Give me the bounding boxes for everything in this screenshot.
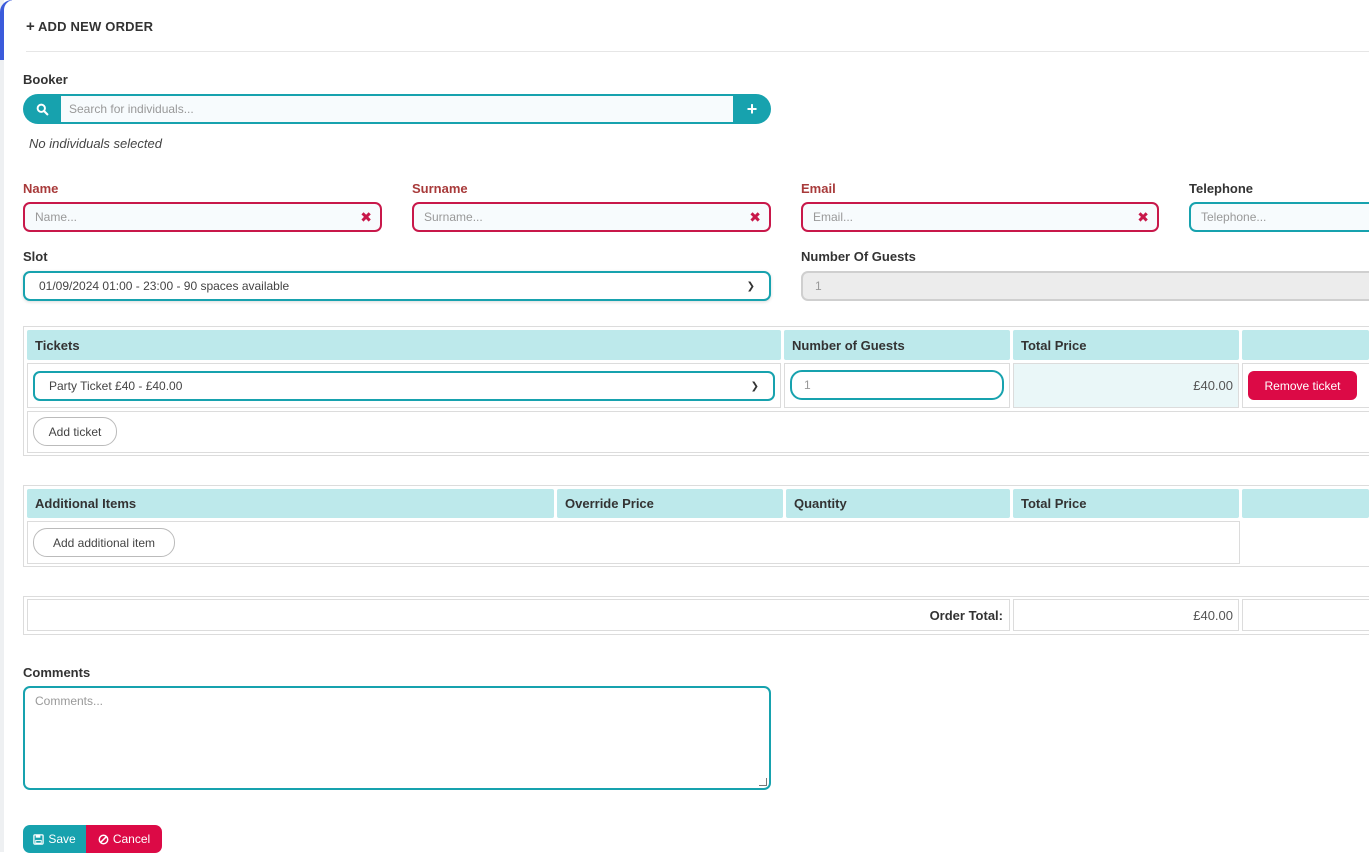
add-ticket-button[interactable]: Add ticket — [33, 417, 117, 446]
name-input[interactable] — [25, 204, 380, 230]
search-icon — [36, 103, 48, 115]
no-individuals-text: No individuals selected — [29, 136, 162, 151]
comments-field[interactable] — [23, 686, 771, 790]
override-price-header: Override Price — [557, 489, 783, 518]
header-divider — [26, 51, 1369, 52]
comments-label: Comments — [23, 665, 91, 680]
surname-input[interactable] — [414, 204, 769, 230]
surname-label: Surname — [412, 181, 468, 196]
email-input[interactable] — [803, 204, 1157, 230]
order-total-empty-cell — [1242, 599, 1369, 631]
save-label: Save — [48, 832, 76, 846]
resize-handle[interactable] — [759, 778, 767, 786]
ticket-guests-header: Number of Guests — [784, 330, 1010, 360]
remove-ticket-button[interactable]: Remove ticket — [1248, 371, 1357, 400]
item-actions-header — [1242, 489, 1369, 518]
booker-label: Booker — [23, 72, 68, 87]
slot-select[interactable]: 01/09/2024 01:00 - 23:00 - 90 spaces ava… — [23, 271, 771, 301]
telephone-input[interactable] — [1191, 204, 1369, 230]
plus-icon: + — [746, 98, 758, 119]
telephone-label: Telephone — [1189, 181, 1254, 196]
email-field[interactable]: ✖ — [801, 202, 1159, 232]
ticket-actions-header — [1242, 330, 1369, 360]
booker-search-bar: + — [23, 94, 771, 124]
comments-textarea[interactable] — [25, 688, 769, 788]
booker-add-button[interactable]: + — [733, 94, 771, 124]
plus-icon: + — [26, 18, 35, 35]
slot-select-value: 01/09/2024 01:00 - 23:00 - 90 spaces ava… — [39, 279, 290, 293]
page-title: + ADD NEW ORDER — [26, 18, 154, 35]
guests-field: 1 — [801, 271, 1369, 301]
ticket-type-select[interactable]: Party Ticket £40 - £40.00 ❯ — [33, 371, 775, 401]
save-icon — [33, 833, 45, 845]
telephone-field[interactable] — [1189, 202, 1369, 232]
ticket-guests-input[interactable]: 1 — [790, 370, 1004, 400]
add-additional-item-button[interactable]: Add additional item — [33, 528, 175, 557]
guests-value: 1 — [815, 279, 822, 293]
close-icon: ✖ — [360, 209, 372, 225]
ticket-total-header: Total Price — [1013, 330, 1239, 360]
chevron-down-icon: ❯ — [750, 380, 759, 392]
cancel-label: Cancel — [112, 832, 151, 846]
ticket-guests-value: 1 — [804, 378, 811, 392]
additional-items-header: Additional Items — [27, 489, 554, 518]
booker-search-input[interactable] — [61, 94, 733, 124]
order-total-value: £40.00 — [1193, 608, 1233, 623]
name-label: Name — [23, 181, 59, 196]
surname-field[interactable]: ✖ — [412, 202, 771, 232]
ticket-total-value: £40.00 — [1193, 378, 1233, 393]
tickets-header: Tickets — [27, 330, 781, 360]
guests-label: Number Of Guests — [801, 249, 916, 264]
ban-icon — [98, 834, 109, 844]
name-field[interactable]: ✖ — [23, 202, 382, 232]
add-ticket-row — [27, 411, 1369, 453]
email-label: Email — [801, 181, 836, 196]
item-total-header: Total Price — [1013, 489, 1239, 518]
chevron-down-icon: ❯ — [746, 280, 755, 292]
close-icon: ✖ — [749, 209, 761, 225]
slot-label: Slot — [23, 249, 48, 264]
order-total-label: Order Total: — [929, 608, 1003, 623]
save-button[interactable]: Save — [23, 825, 86, 853]
ticket-type-value: Party Ticket £40 - £40.00 — [49, 379, 183, 393]
order-form-panel: +ADD NEW ORDER Booker + No individuals s… — [4, 0, 1369, 853]
close-icon: ✖ — [1137, 209, 1149, 225]
booker-search-button[interactable] — [23, 94, 61, 124]
add-item-row — [27, 521, 1240, 564]
quantity-header: Quantity — [786, 489, 1010, 518]
cancel-button[interactable]: Cancel — [86, 825, 162, 853]
